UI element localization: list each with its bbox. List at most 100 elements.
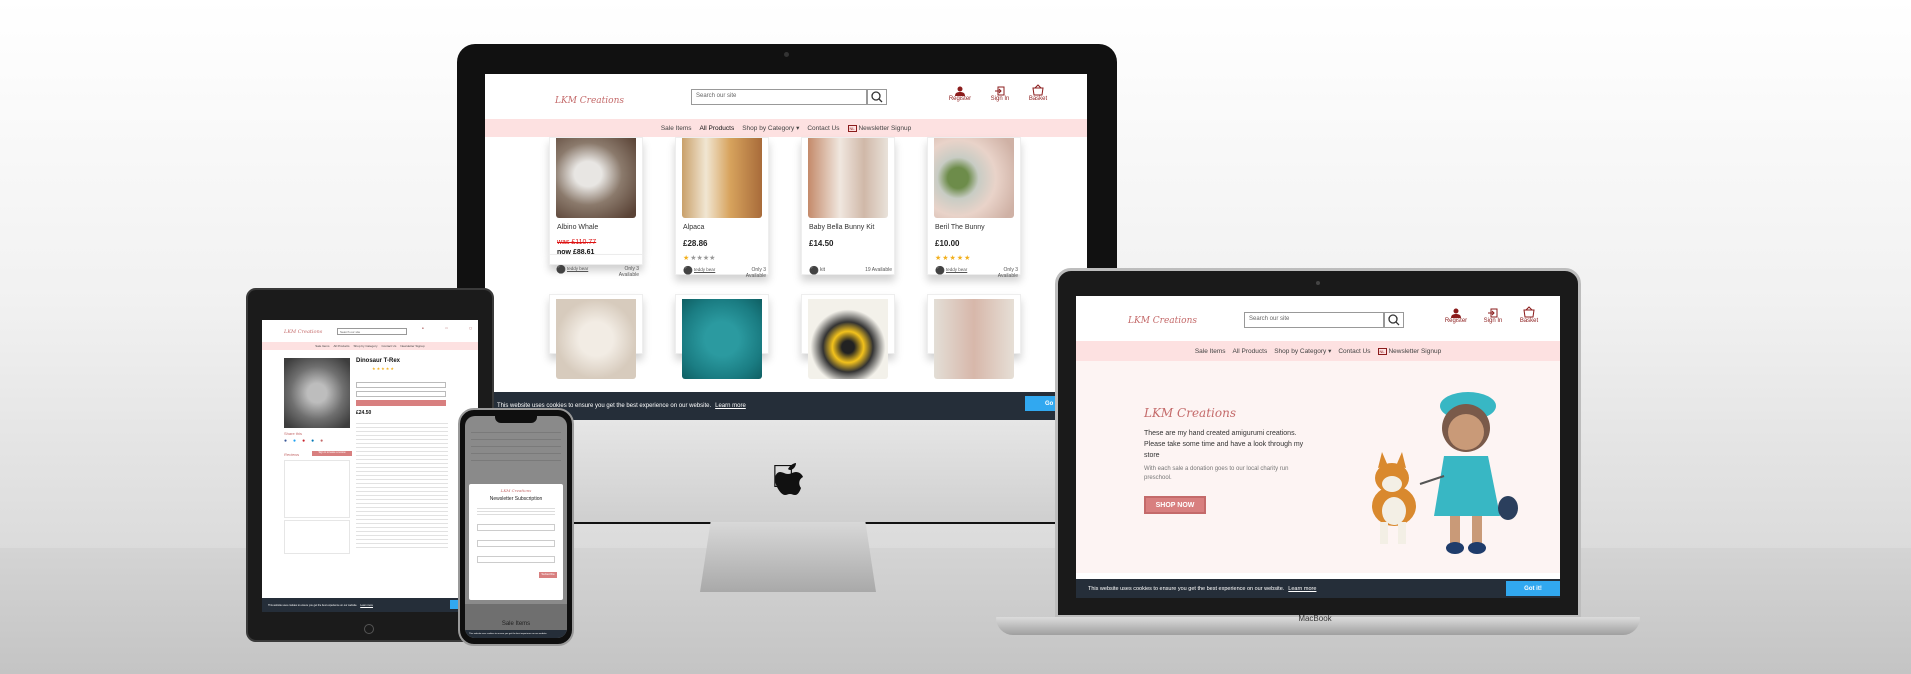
nav-shop-by-category-label: Shop by Category [742,125,795,132]
product-card[interactable] [927,294,1021,379]
product-image [556,299,636,379]
reviews-label: Reviews [284,452,300,457]
register-link[interactable]: Register [947,86,973,102]
nav-all-products[interactable]: All Products [700,125,735,132]
newsletter-icon: NL [1377,347,1387,355]
first-name-field[interactable] [477,540,555,547]
product-price: £28.86 [683,239,708,248]
nav-sale-items[interactable]: Sale Items [1195,348,1226,355]
product-image-albino-whale [556,138,636,218]
nav-shop-by-category[interactable]: Shop by Category [353,344,377,348]
product-tag[interactable]: teddy bear [567,266,589,271]
basket-link[interactable]: Basket [1025,84,1051,102]
product-image [682,299,762,379]
basket-link[interactable]: Basket [1516,306,1542,324]
product-title: Dinosaur T-Rex [356,358,401,364]
tag-icon: ⚫ [935,266,945,275]
phone-footer-item[interactable]: Sale Items [465,621,567,627]
linkedin-icon[interactable]: ● [311,438,314,444]
product-card[interactable] [549,294,643,379]
site-logo[interactable]: LKM Creations [284,329,322,335]
basket-icon[interactable]: ▢ [469,326,472,330]
nav-contact-us[interactable]: Contact Us [382,344,397,348]
main-nav: Sale Items All Products Shop by Category Co… [262,342,478,350]
search-input[interactable]: Search our site [691,89,867,105]
search-button[interactable] [1384,312,1404,328]
twitter-icon[interactable]: ● [293,438,296,444]
sign-in-icon [995,86,1005,96]
tag-icon: ⚫ [683,266,693,275]
site-logo[interactable]: LKM Creations [555,96,624,106]
nav-shop-by-category[interactable]: Shop by Category ▾ [1274,347,1331,355]
cookie-got-it-button[interactable]: Got it! [1506,581,1560,596]
quantity-input[interactable] [356,382,446,388]
product-card[interactable]: Beril The Bunny £10.00 ★★★★★ ⚫ teddy bea… [927,137,1021,279]
laptop-screen: LKM Creations Search our site Register S… [1076,296,1560,598]
tablet-home-button [364,624,374,634]
add-to-basket-button[interactable] [356,400,446,406]
product-price: £14.50 [809,239,834,248]
pinterest-icon[interactable]: ● [302,438,305,444]
product-image-beril-bunny [934,138,1014,218]
laptop-camera [1316,281,1320,285]
product-card[interactable] [549,255,643,265]
nav-shop-by-category[interactable]: Shop by Category ▾ [742,124,799,132]
product-card[interactable] [675,294,769,379]
nav-newsletter-label: Newsletter Signup [858,124,912,132]
nav-newsletter[interactable]: Newsletter Signup [400,344,424,348]
sign-in-link[interactable]: Sign In [1480,308,1506,324]
cookie-learn-more[interactable]: Learn more [715,403,746,409]
product-was-price: was £110.77 [557,239,597,246]
search-input[interactable]: Search our site [1244,312,1384,328]
nav-sale-items[interactable]: Sale Items [315,344,329,348]
phone-screen: LKM Creations Newsletter Subscription Su… [465,416,567,638]
product-stock: Only 3 Available [997,267,1018,279]
product-card[interactable]: Albino Whale was £110.77 now £88.61 [549,137,643,256]
email-field[interactable] [477,524,555,531]
main-nav: Sale Items All Products Shop by Category… [485,119,1087,137]
cookie-message: This website uses cookies to ensure you … [1088,585,1285,592]
review-card [284,460,350,518]
search-button[interactable] [867,89,887,105]
product-card[interactable]: Alpaca £28.86 ★★★★★ ⚫ teddy bear Only 3 … [675,137,769,279]
cookie-learn-more[interactable]: Learn more [360,604,373,607]
nav-all-products[interactable]: All Products [1233,348,1268,355]
product-image-bunny-kit [808,138,888,218]
sign-in-icon[interactable]: □ [446,326,448,330]
product-price: £10.00 [935,239,960,248]
review-card [284,520,350,554]
modal-title: Newsletter Subscription [489,496,543,502]
modal-text [477,506,555,516]
product-name: Baby Bella Bunny Kit [809,224,875,231]
product-image-dinosaur [284,358,350,428]
last-name-field[interactable] [477,556,555,563]
product-image [934,299,1014,379]
product-tag[interactable]: kit [820,267,825,273]
shop-now-button[interactable]: SHOP NOW [1144,496,1206,514]
nav-contact-us[interactable]: Contact Us [807,125,839,132]
add-review-button[interactable]: Sign in to leave a review [312,451,352,456]
user-icon[interactable]: ● [422,326,424,330]
cookie-message: This website uses cookies to ensure you … [268,603,358,607]
nav-contact-us[interactable]: Contact Us [1338,348,1370,355]
monitor-stand [700,522,876,592]
subscribe-button[interactable]: Subscribe [539,572,557,578]
sign-in-link[interactable]: Sign In [987,86,1013,102]
product-tag[interactable]: teddy bear [946,267,968,272]
site-logo[interactable]: LKM Creations [1128,316,1197,326]
product-tag[interactable]: teddy bear [694,267,716,272]
register-link[interactable]: Register [1442,308,1470,324]
product-card[interactable] [801,294,895,379]
cookie-learn-more[interactable]: Learn more [1288,586,1316,592]
facebook-icon[interactable]: ● [284,438,287,444]
wishlist-button[interactable] [356,391,446,397]
nav-newsletter[interactable]: NL Newsletter Signup [1377,347,1441,355]
email-icon[interactable]: ● [320,438,323,444]
modal-logo: LKM Creations [500,488,532,493]
desktop-screen: LKM Creations Search our site Register S… [485,74,1087,420]
product-card[interactable]: Baby Bella Bunny Kit £14.50 ⚫ kit 19 Ava… [801,137,895,275]
nav-sale-items[interactable]: Sale Items [661,125,692,132]
nav-all-products[interactable]: All Products [333,344,349,348]
search-input[interactable]: Search our site [337,328,407,335]
nav-newsletter[interactable]: NL Newsletter Signup [847,124,912,132]
